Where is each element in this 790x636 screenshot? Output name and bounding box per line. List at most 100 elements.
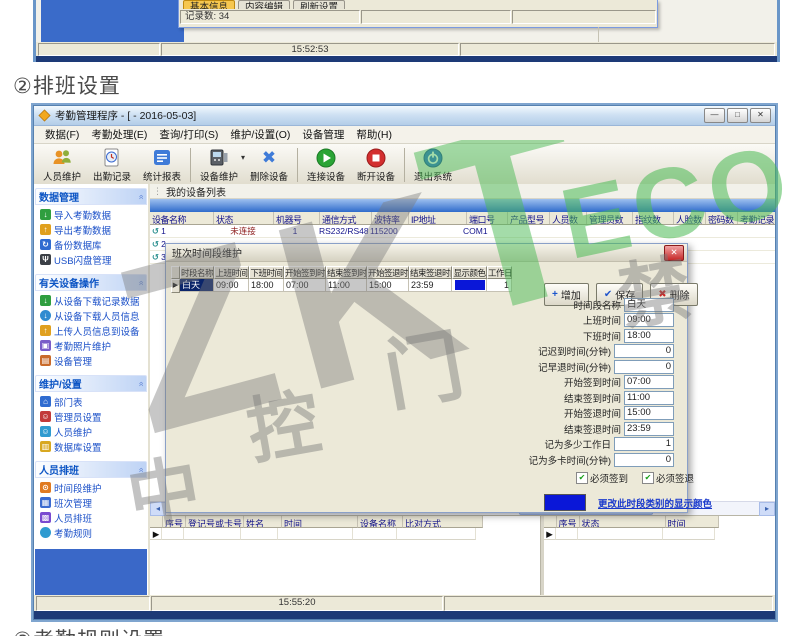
- minimize-icon[interactable]: —: [704, 108, 725, 123]
- previous-dialog-button-3[interactable]: 刷新设置: [293, 0, 345, 9]
- grid-column-header[interactable]: 开始签退时间: [367, 266, 409, 279]
- grid-column-header[interactable]: 上班时间: [214, 266, 249, 279]
- chevron-up-icon[interactable]: »: [135, 467, 145, 472]
- statistics-report-button[interactable]: 统计报表: [137, 144, 187, 186]
- attendance-record-button[interactable]: 出勤记录: [87, 144, 137, 186]
- staff-maintain-button[interactable]: 人员维护: [37, 144, 87, 186]
- dialog-titlebar[interactable]: 班次时间段维护 ✕: [166, 244, 687, 262]
- sidebar-item-import-data[interactable]: 导入考勤数据: [40, 208, 146, 221]
- work-start-field[interactable]: 09:00: [624, 313, 674, 327]
- change-color-link[interactable]: 更改此时段类别的显示颜色: [598, 496, 712, 510]
- sidebar-item-download-staff[interactable]: 从设备下载人员信息: [40, 309, 146, 322]
- disconnect-device-button[interactable]: 断开设备: [351, 144, 401, 186]
- grid-column-header[interactable]: 结束签退时间: [409, 266, 452, 279]
- work-end-field[interactable]: 18:00: [624, 329, 674, 343]
- chevron-up-icon[interactable]: »: [135, 381, 145, 386]
- workday-count-field[interactable]: 1: [614, 437, 674, 451]
- column-header[interactable]: 机器号: [274, 212, 320, 224]
- grid-column-header[interactable]: 显示颜色: [452, 266, 487, 279]
- menu-maintain-settings[interactable]: 维护/设置(O): [224, 127, 296, 142]
- device-row-1[interactable]: ↺1 未连接 1 RS232/RS485 115200 COM1: [150, 225, 775, 238]
- sidebar-item-staff-scheduling[interactable]: 人员排班: [40, 511, 146, 524]
- sidebar-item-department-table[interactable]: 部门表: [40, 395, 146, 408]
- sidebar-item-device-management[interactable]: 设备管理: [40, 354, 146, 367]
- color-swatch[interactable]: [544, 494, 586, 511]
- sidebar-item-usb-disk[interactable]: USB闪盘管理: [40, 253, 146, 266]
- column-header[interactable]: 人脸数: [674, 212, 706, 224]
- sidebar-item-timeperiod-maintain[interactable]: 时间段维护: [40, 481, 146, 494]
- column-header[interactable]: 姓名: [244, 516, 282, 528]
- chevron-up-icon[interactable]: »: [135, 280, 145, 285]
- grid-column-header[interactable]: 下班时间: [249, 266, 284, 279]
- sidebar-item-database-settings[interactable]: 数据库设置: [40, 440, 146, 453]
- exit-system-button[interactable]: 退出系统: [408, 144, 458, 186]
- column-header[interactable]: 状态: [214, 212, 274, 224]
- sidebar-item-export-data[interactable]: 导出考勤数据: [40, 223, 146, 236]
- grid-column-header[interactable]: 时段名称: [180, 266, 214, 279]
- previous-dialog-button-2[interactable]: 内容编辑: [238, 0, 290, 9]
- sidebar-section-staff-scheduling[interactable]: 人员排班 »: [35, 461, 147, 478]
- menu-query-print[interactable]: 查询/打印(S): [153, 127, 224, 142]
- scroll-left-icon[interactable]: ◂: [150, 502, 166, 516]
- column-header[interactable]: 通信方式: [320, 212, 372, 224]
- grid-column-header[interactable]: 工作日: [487, 266, 512, 279]
- previous-dialog-button-1[interactable]: 基本信息: [183, 0, 235, 9]
- late-minutes-field[interactable]: 0: [614, 344, 674, 358]
- titlebar[interactable]: 考勤管理程序 - [ - 2016-05-03] — □ ✕: [34, 106, 775, 126]
- column-header[interactable]: IP地址: [409, 212, 467, 224]
- column-header[interactable]: 考勤记录: [738, 212, 775, 224]
- column-header[interactable]: 设备名称: [358, 516, 403, 528]
- scroll-right-icon[interactable]: ▸: [759, 502, 775, 516]
- menu-help[interactable]: 帮助(H): [350, 127, 398, 142]
- column-header[interactable]: 管理员数: [587, 212, 633, 224]
- sidebar-item-download-records[interactable]: 从设备下载记录数据: [40, 294, 146, 307]
- sidebar-item-shift-management[interactable]: 班次管理: [40, 496, 146, 509]
- connect-device-button[interactable]: 连接设备: [301, 144, 351, 186]
- column-header[interactable]: 序号: [557, 516, 580, 528]
- column-header[interactable]: 状态: [580, 516, 666, 528]
- timeperiod-name-field[interactable]: 白天: [624, 298, 674, 312]
- column-header[interactable]: 设备名称: [150, 212, 214, 224]
- grid-column-header[interactable]: 结束签到时间: [326, 266, 367, 279]
- sidebar-item-backup-db[interactable]: 备份数据库: [40, 238, 146, 251]
- column-header[interactable]: 指纹数: [633, 212, 674, 224]
- early-leave-minutes-field[interactable]: 0: [614, 360, 674, 374]
- timeperiod-row[interactable]: ▶ 白天 09:00 18:00 07:00 11:00 15:00 23:59…: [171, 279, 512, 293]
- menu-device-management[interactable]: 设备管理: [296, 127, 350, 142]
- dialog-close-icon[interactable]: ✕: [664, 245, 684, 261]
- empty-row[interactable]: ▶: [544, 528, 719, 540]
- column-header[interactable]: 人员数: [550, 212, 587, 224]
- checkout-end-field[interactable]: 23:59: [624, 422, 674, 436]
- column-header[interactable]: 序号: [163, 516, 186, 528]
- sidebar-item-photo-maintain[interactable]: 考勤照片维护: [40, 339, 146, 352]
- delete-device-button[interactable]: ✖ 删除设备: [244, 144, 294, 186]
- sidebar-section-device-ops[interactable]: 有关设备操作 »: [35, 274, 147, 291]
- close-icon[interactable]: ✕: [750, 108, 771, 123]
- must-checkout-checkbox[interactable]: ✔ 必须签退: [642, 471, 694, 485]
- sidebar-item-upload-staff[interactable]: 上传人员信息到设备: [40, 324, 146, 337]
- maximize-icon[interactable]: □: [727, 108, 748, 123]
- sidebar-section-data-management[interactable]: 数据管理 »: [35, 188, 147, 205]
- sidebar-item-attendance-rules[interactable]: 考勤规则: [40, 526, 146, 539]
- multi-card-minutes-field[interactable]: 0: [614, 453, 674, 467]
- column-header[interactable]: 时间: [666, 516, 719, 528]
- column-header[interactable]: 端口号: [467, 212, 508, 224]
- column-header[interactable]: 产品型号: [508, 212, 550, 224]
- sidebar-item-admin-settings[interactable]: 管理员设置: [40, 410, 146, 423]
- column-header[interactable]: 密码数: [706, 212, 738, 224]
- column-header[interactable]: 波特率: [372, 212, 409, 224]
- chevron-up-icon[interactable]: »: [135, 194, 145, 199]
- empty-row[interactable]: ▶: [150, 528, 483, 540]
- must-checkin-checkbox[interactable]: ✔ 必须签到: [576, 471, 628, 485]
- column-header[interactable]: 时间: [282, 516, 358, 528]
- checkin-end-field[interactable]: 11:00: [624, 391, 674, 405]
- device-maintain-button[interactable]: ▾ 设备维护: [194, 144, 244, 186]
- checkout-start-field[interactable]: 15:00: [624, 406, 674, 420]
- column-header[interactable]: 比对方式: [403, 516, 483, 528]
- column-header[interactable]: 登记号或卡号: [186, 516, 244, 528]
- checkin-start-field[interactable]: 07:00: [624, 375, 674, 389]
- sidebar-section-maintain-settings[interactable]: 维护/设置 »: [35, 375, 147, 392]
- menu-attendance[interactable]: 考勤处理(E): [85, 127, 153, 142]
- sidebar-item-staff-maintain[interactable]: 人员维护: [40, 425, 146, 438]
- grid-column-header[interactable]: 开始签到时间: [284, 266, 326, 279]
